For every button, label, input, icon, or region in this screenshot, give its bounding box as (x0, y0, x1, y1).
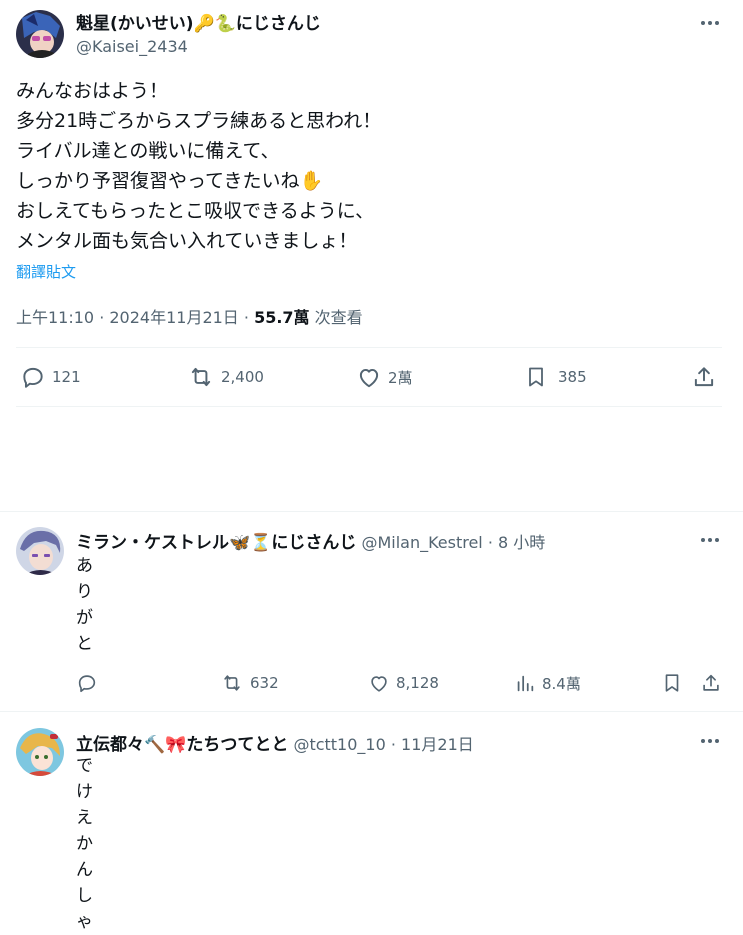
reply-header: 立伝都々🔨🎀たちつてとと @tctt10_10 · 11月21日 (76, 730, 474, 755)
reply-header: ミラン・ケストレル🦋⏳にじさんじ @Milan_Kestrel · 8 小時 (76, 528, 545, 553)
heart-icon (356, 364, 382, 390)
translate-post-link[interactable]: 翻譯貼文 (16, 261, 76, 282)
author-display-name[interactable]: ミラン・ケストレル (76, 533, 229, 553)
reply-char: り (76, 582, 93, 602)
retweet-icon (187, 364, 215, 390)
reply-char: え (76, 808, 93, 828)
section-divider (0, 511, 743, 512)
author-badges: 🔑🐍 (193, 14, 236, 34)
tweet-line: みんなおはよう！ (16, 80, 169, 102)
avatar[interactable] (16, 527, 64, 575)
divider (0, 711, 743, 712)
reply-text: あ り が と (76, 553, 96, 657)
reply-button[interactable] (76, 672, 104, 694)
author-handle[interactable]: @tctt10_10 (293, 735, 385, 754)
retweet-button[interactable]: 2,400 (187, 364, 264, 390)
more-options-icon[interactable] (698, 13, 722, 33)
bookmark-icon[interactable] (661, 672, 683, 694)
author-badges: 🦋⏳ (229, 533, 272, 553)
tweet-line: おしえてもらったとこ吸収できるように、 (16, 200, 375, 222)
views-label: 次查看 (309, 308, 363, 327)
author-handle[interactable]: @Milan_Kestrel (361, 533, 482, 552)
tweet-text: みんなおはよう！ 多分21時ごろからスプラ練あると思われ！ ライバル達との戦いに… (16, 76, 716, 256)
more-options-icon[interactable] (698, 731, 722, 751)
heart-icon (368, 672, 390, 694)
reply-char: あ (76, 556, 93, 576)
like-button[interactable]: 2萬 (356, 364, 413, 390)
author-affiliation[interactable]: たちつてとと (186, 735, 288, 755)
tweet-meta: 上午11:10 · 2024年11月21日 · 55.7萬 次查看 (16, 304, 363, 328)
reply-char: か (76, 834, 93, 854)
bookmark-button[interactable]: 385 (524, 364, 587, 390)
author-display-name[interactable]: 立伝都々 (76, 735, 144, 755)
bookmark-icon (524, 364, 548, 390)
tweet-line: 多分21時ごろからスプラ練あると思われ！ (16, 110, 382, 132)
reply-icon (20, 364, 46, 390)
more-options-icon[interactable] (698, 530, 722, 550)
reply-char: ゃ (76, 912, 93, 932)
views-button[interactable]: 8.4萬 (514, 672, 581, 694)
retweet-count: 632 (250, 674, 279, 692)
bookmark-count: 385 (558, 368, 587, 386)
reply-time[interactable]: · 11月21日 (386, 735, 474, 754)
author-badges: 🔨🎀 (144, 735, 187, 755)
author-display-name: 魁星(かいせい) (76, 14, 194, 34)
reply-char: が (76, 608, 93, 628)
retweet-count: 2,400 (221, 368, 264, 386)
retweet-button[interactable]: 632 (220, 672, 279, 694)
like-count: 8,128 (396, 674, 439, 692)
views-count: 55.7萬 (254, 308, 310, 327)
reply-char: け (76, 782, 93, 802)
tweet-line: ライバル達との戦いに備えて、 (16, 140, 280, 162)
author-affiliation: にじさんじ (235, 14, 321, 34)
reply-text: で け え か ん し ゃ (76, 753, 96, 935)
like-button[interactable]: 8,128 (368, 672, 439, 694)
tweet-line: しっかり予習復習やってきたいね✋ (16, 170, 324, 192)
author-handle[interactable]: @Kaisei_2434 (76, 37, 188, 56)
share-icon[interactable] (700, 672, 722, 694)
tweet-line: メンタル面も気合い入れていきましょ！ (16, 230, 358, 252)
reply-char: ん (76, 860, 93, 880)
reply-char: で (76, 756, 93, 776)
avatar[interactable] (16, 728, 64, 776)
views-count: 8.4萬 (542, 674, 581, 693)
author-affiliation[interactable]: にじさんじ (271, 533, 356, 553)
avatar[interactable] (16, 10, 64, 58)
share-icon[interactable] (691, 364, 717, 390)
author-name[interactable]: 魁星(かいせい)🔑🐍にじさんじ (76, 9, 321, 34)
divider (16, 347, 722, 348)
reply-time[interactable]: · 8 小時 (483, 533, 545, 552)
reply-count: 121 (52, 368, 81, 386)
retweet-icon (220, 672, 244, 694)
reply-button[interactable]: 121 (20, 364, 81, 390)
reply-char: と (76, 634, 93, 654)
divider (16, 406, 722, 407)
reply-icon (76, 672, 98, 694)
reply-char: し (76, 886, 93, 906)
analytics-icon (514, 672, 536, 694)
tweet-timestamp[interactable]: 上午11:10 · 2024年11月21日 · (16, 308, 254, 327)
like-count: 2萬 (388, 368, 413, 387)
